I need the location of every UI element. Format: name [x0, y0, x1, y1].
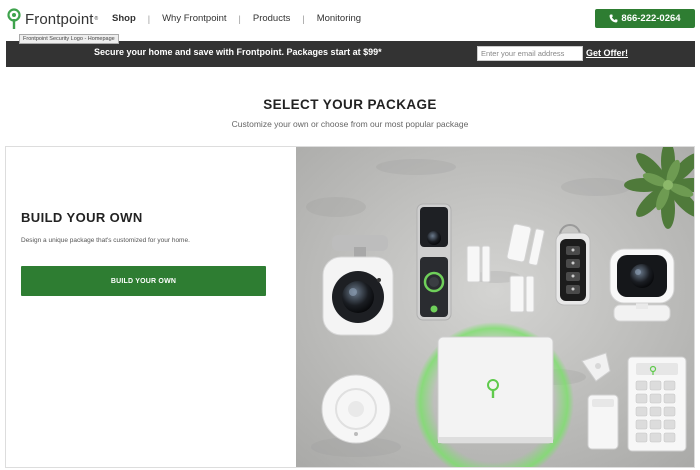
logo-tooltip: Frontpoint Security Logo - Homepage — [19, 34, 119, 44]
phone-icon — [609, 14, 618, 23]
keychain-remote — [555, 224, 591, 306]
build-your-own-panel: BUILD YOUR OWN Design a unique package t… — [6, 147, 296, 467]
security-hub — [437, 336, 554, 444]
site-header: Frontpoint ® Frontpoint Security Logo - H… — [0, 0, 700, 44]
page-subtitle: Customize your own or choose from our mo… — [231, 119, 469, 129]
get-offer-link[interactable]: Get Offer! — [586, 48, 628, 58]
frontpoint-logo[interactable]: Frontpoint ® — [7, 7, 98, 31]
video-doorbell — [416, 203, 452, 321]
promo-bar: Secure your home and save with Frontpoin… — [6, 41, 695, 67]
promo-text: Secure your home and save with Frontpoin… — [94, 47, 382, 57]
build-your-own-button[interactable]: BUILD YOUR OWN — [21, 266, 266, 296]
build-your-own-heading: BUILD YOUR OWN — [21, 210, 143, 225]
nav-separator: | — [238, 13, 241, 24]
nav-item-shop[interactable]: Shop — [112, 13, 136, 24]
nav-item-monitoring[interactable]: Monitoring — [317, 13, 361, 24]
nav-item-why-frontpoint[interactable]: Why Frontpoint — [162, 13, 226, 24]
logo-trademark: ® — [94, 16, 99, 22]
security-devices-illustration — [296, 147, 694, 467]
small-sensor — [587, 394, 619, 450]
page-title: SELECT YOUR PACKAGE — [263, 97, 437, 112]
logo-text: Frontpoint — [25, 10, 94, 28]
phone-number: 866-222-0264 — [621, 13, 681, 24]
nav-separator: | — [147, 13, 151, 24]
smoke-detector — [321, 374, 391, 444]
build-your-own-description: Design a unique package that's customize… — [21, 237, 190, 244]
phone-call-button[interactable]: 866-222-0264 — [595, 9, 695, 28]
build-your-own-card: BUILD YOUR OWN Design a unique package t… — [5, 146, 695, 468]
nav-separator: | — [302, 13, 305, 24]
email-input[interactable] — [477, 46, 583, 61]
nav-item-products[interactable]: Products — [253, 13, 291, 24]
frontpoint-logo-icon — [7, 8, 21, 29]
product-showcase-image — [296, 147, 694, 467]
indoor-camera — [609, 248, 675, 322]
main-nav: Shop | Why Frontpoint | Products | Monit… — [112, 13, 361, 24]
security-keypad — [627, 356, 687, 452]
